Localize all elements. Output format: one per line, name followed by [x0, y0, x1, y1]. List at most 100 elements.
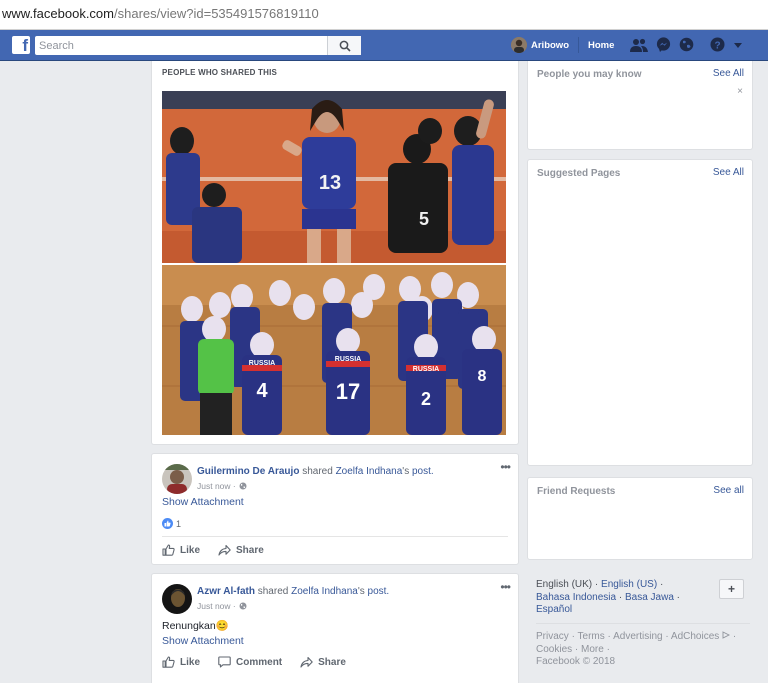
- like-button[interactable]: Like: [162, 656, 200, 668]
- owner-link[interactable]: Zoelfa Indhana: [336, 466, 403, 477]
- owner-suffix: 's: [357, 586, 368, 597]
- add-language-button[interactable]: +: [719, 579, 744, 599]
- volleyball-photo-top[interactable]: 13 5: [162, 91, 506, 263]
- url-host: www.facebook.com: [2, 6, 114, 21]
- share-label: Share: [236, 544, 264, 556]
- home-link[interactable]: Home: [588, 40, 614, 51]
- pymk-see-all-link[interactable]: See All: [713, 68, 744, 79]
- share-arrow-icon: [218, 544, 231, 556]
- share-verb: shared: [254, 586, 292, 597]
- show-attachment-link[interactable]: Show Attachment: [162, 496, 244, 508]
- svg-text:RUSSIA: RUSSIA: [335, 356, 361, 363]
- shared-post-card: Guilermino De Araujo shared Zoelfa Indha…: [151, 453, 519, 565]
- svg-text:RUSSIA: RUSSIA: [249, 360, 275, 367]
- profile-link[interactable]: Aribowo Home: [511, 37, 614, 53]
- user-name: Aribowo: [531, 39, 569, 51]
- suggested-pages-card: Suggested Pages See All: [527, 159, 753, 466]
- language-link[interactable]: Español: [536, 604, 572, 615]
- footer-link-terms[interactable]: Terms: [578, 631, 605, 642]
- footer-divider: [536, 623, 750, 624]
- share-verb: shared: [299, 466, 336, 477]
- reaction-summary[interactable]: 1: [162, 518, 181, 529]
- account-caret-icon[interactable]: [733, 41, 743, 49]
- owner-suffix: 's: [402, 466, 412, 477]
- footer-copyright: Facebook © 2018: [536, 656, 616, 667]
- svg-text:13: 13: [319, 172, 341, 194]
- friend-requests-icon[interactable]: [630, 38, 648, 52]
- share-button[interactable]: Share: [218, 544, 264, 556]
- language-link[interactable]: English (US): [601, 579, 657, 590]
- like-label: Like: [180, 656, 201, 668]
- svg-text:2: 2: [421, 389, 431, 409]
- like-label: Like: [180, 544, 201, 556]
- volleyball-photo-bottom[interactable]: RUSSIA 4 RUSSIA 17 RUSSIA 2 8: [162, 265, 506, 435]
- section-title: PEOPLE WHO SHARED THIS: [162, 68, 278, 77]
- header-icons: ?: [630, 37, 751, 52]
- browser-url-bar[interactable]: www.facebook.com/shares/view?id=53549157…: [0, 0, 768, 30]
- share-label: Share: [318, 656, 346, 668]
- messenger-icon[interactable]: [656, 37, 671, 52]
- post-text: Renungkan😊: [162, 620, 229, 632]
- post-timestamp: Just now ·: [197, 481, 247, 491]
- share-arrow-icon: [300, 656, 313, 668]
- svg-text:4: 4: [256, 380, 268, 402]
- owner-link[interactable]: Zoelfa Indhana: [291, 586, 358, 597]
- language-link[interactable]: Bahasa Indonesia: [536, 592, 616, 603]
- timestamp-text[interactable]: Just now ·: [197, 601, 236, 611]
- like-thumb-icon: [162, 656, 175, 668]
- footer-link-cookies[interactable]: Cookies: [536, 644, 572, 655]
- facebook-top-bar: f Aribowo Home ?: [0, 30, 768, 61]
- post-options-icon[interactable]: •••: [500, 460, 511, 474]
- footer-link-advertising[interactable]: Advertising: [613, 631, 662, 642]
- share-line: Guilermino De Araujo shared Zoelfa Indha…: [197, 466, 434, 477]
- current-language: English (UK): [536, 579, 593, 590]
- pymk-title: People you may know: [537, 69, 642, 80]
- share-line: Azwr Al-fath shared Zoelfa Indhana's pos…: [197, 586, 389, 597]
- search-button[interactable]: [327, 36, 361, 55]
- svg-text:17: 17: [336, 379, 360, 404]
- people-who-shared-card: PEOPLE WHO SHARED THIS 13 5 RUSSIA 4 RUS…: [151, 61, 519, 445]
- post-link[interactable]: post.: [412, 466, 434, 477]
- shared-post-card: Azwr Al-fath shared Zoelfa Indhana's pos…: [151, 573, 519, 683]
- share-button[interactable]: Share: [300, 656, 346, 668]
- search-box: [35, 36, 361, 55]
- friend-requests-see-all-link[interactable]: See all: [713, 485, 744, 496]
- notifications-globe-icon[interactable]: [679, 37, 694, 52]
- suggested-see-all-link[interactable]: See All: [713, 167, 744, 178]
- footer-link-more[interactable]: More: [581, 644, 604, 655]
- comment-bubble-icon: [218, 656, 231, 668]
- search-icon: [339, 40, 351, 52]
- comment-button[interactable]: Comment: [218, 656, 282, 668]
- language-link[interactable]: Basa Jawa: [625, 592, 674, 603]
- post-link[interactable]: post.: [368, 586, 390, 597]
- author-avatar[interactable]: [162, 464, 192, 494]
- public-globe-icon: [239, 602, 247, 610]
- close-icon[interactable]: ×: [737, 86, 743, 97]
- footer-link-adchoices[interactable]: AdChoices: [671, 631, 719, 642]
- like-count: 1: [176, 518, 182, 529]
- facebook-logo-letter: f: [22, 36, 28, 55]
- help-icon[interactable]: ?: [710, 37, 725, 52]
- post-options-icon[interactable]: •••: [500, 580, 511, 594]
- people-you-may-know-card: People you may know See All ×: [527, 61, 753, 150]
- adchoices-icon: [722, 631, 731, 639]
- author-avatar[interactable]: [162, 584, 192, 614]
- show-attachment-link[interactable]: Show Attachment: [162, 635, 244, 647]
- timestamp-text[interactable]: Just now ·: [197, 481, 236, 491]
- search-input[interactable]: [35, 36, 325, 55]
- comment-label: Comment: [236, 656, 283, 668]
- header-separator: [578, 37, 579, 53]
- like-button[interactable]: Like: [162, 544, 200, 556]
- suggested-pages-title: Suggested Pages: [537, 168, 621, 179]
- page-footer: Privacy · Terms · Advertising · AdChoice…: [536, 631, 737, 667]
- footer-link-privacy[interactable]: Privacy: [536, 631, 569, 642]
- author-link[interactable]: Guilermino De Araujo: [197, 466, 299, 477]
- friend-requests-title: Friend Requests: [537, 486, 616, 497]
- author-link[interactable]: Azwr Al-fath: [197, 586, 255, 597]
- url-text[interactable]: www.facebook.com/shares/view?id=53549157…: [2, 6, 319, 21]
- facebook-logo[interactable]: f: [12, 36, 30, 55]
- user-avatar: [511, 37, 527, 53]
- post-timestamp: Just now ·: [197, 601, 247, 611]
- language-list: English (UK) · English (US) · Bahasa Ind…: [536, 579, 680, 615]
- svg-text:RUSSIA: RUSSIA: [413, 366, 439, 373]
